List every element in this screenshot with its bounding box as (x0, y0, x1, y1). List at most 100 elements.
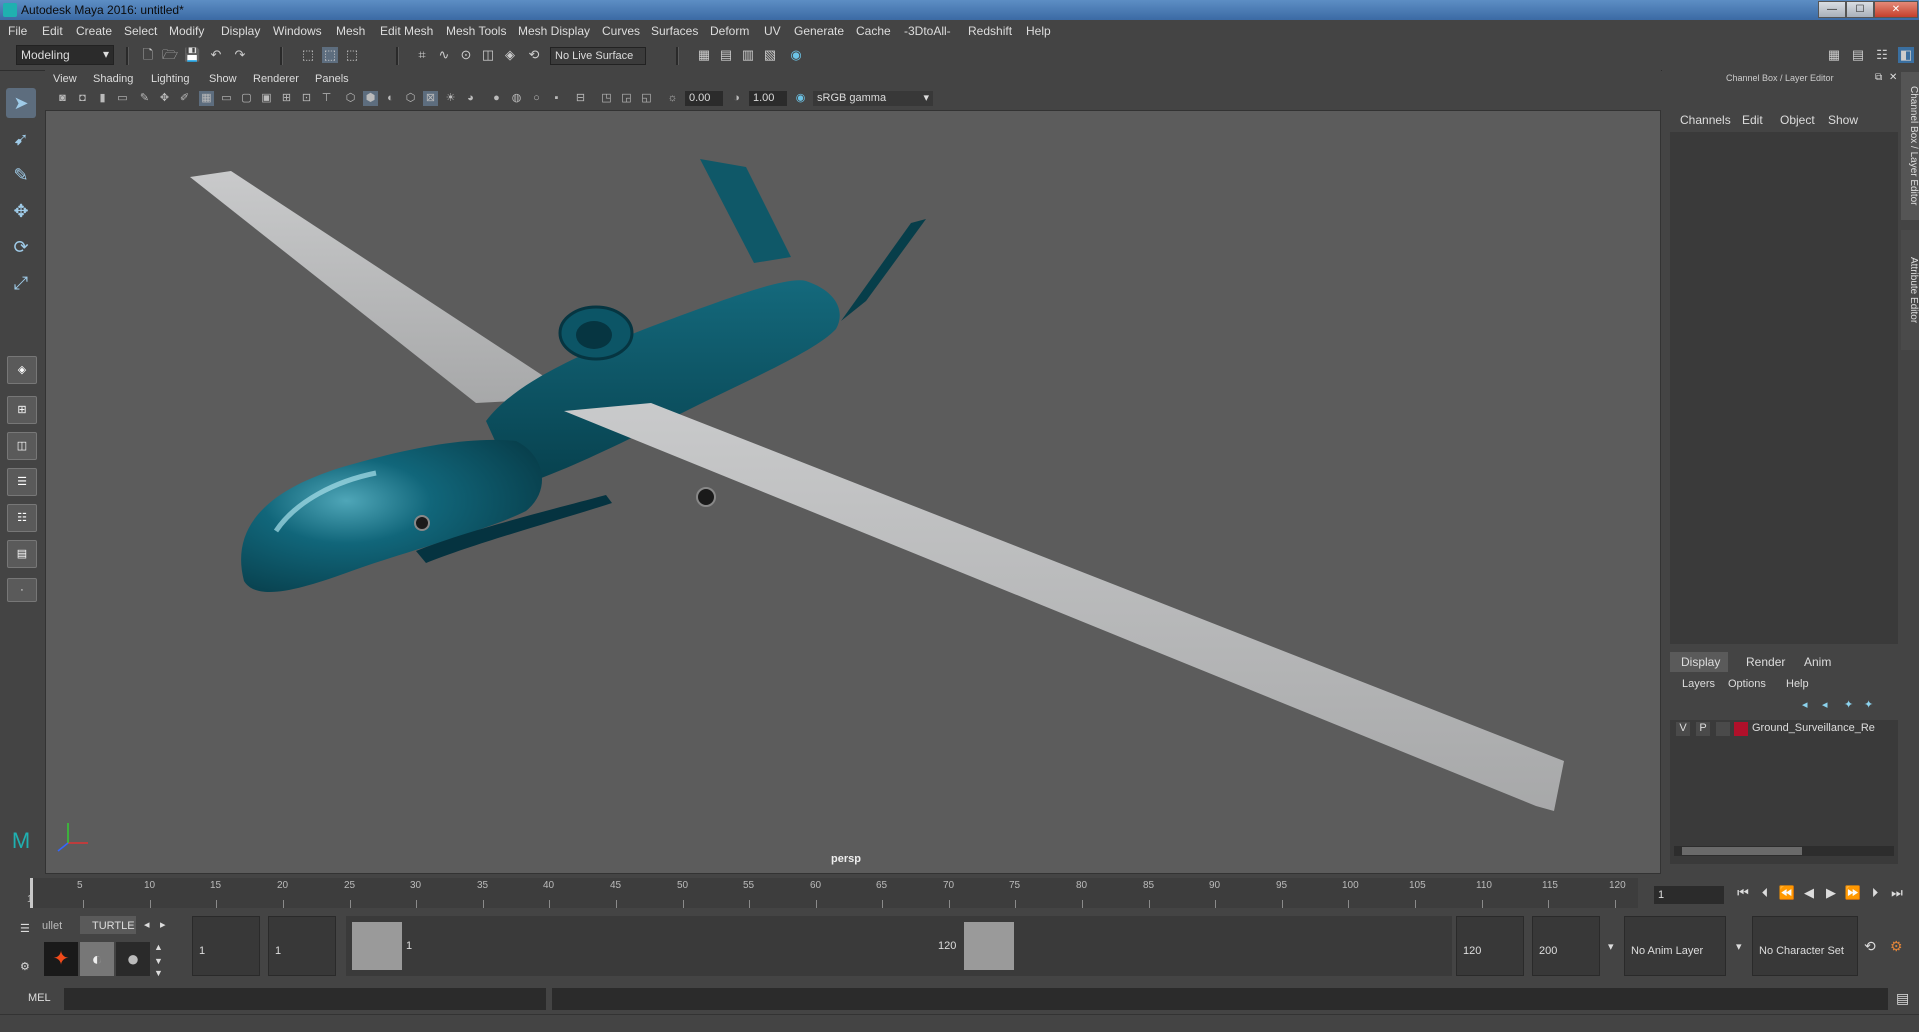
attribute-editor-icon[interactable]: ▤ (1850, 47, 1866, 63)
play-backwards-icon[interactable]: ◀ (1800, 884, 1818, 902)
viewport-menu-lighting[interactable]: Lighting (151, 73, 190, 85)
layer-color-swatch[interactable] (1734, 722, 1748, 736)
layer-tab-render[interactable]: Render (1746, 655, 1785, 669)
script-editor-icon[interactable]: ▤ (1896, 990, 1909, 1007)
two-view-layout-icon[interactable]: ◫ (7, 432, 37, 460)
snap-point-icon[interactable]: ⊙ (458, 47, 474, 63)
viewport-menu-shading[interactable]: Shading (93, 73, 133, 85)
time-slider[interactable]: 1 5 10 15 20 25 30 35 40 45 50 55 60 65 70 75 80 85 90 95 1… (0, 874, 1919, 912)
menu-create[interactable]: Create (76, 24, 112, 38)
image-plane-icon[interactable]: ▭ (115, 91, 130, 106)
shelf-down-icon[interactable]: ▼ (154, 956, 163, 966)
layer-menu-help[interactable]: Help (1786, 678, 1809, 690)
shader-shelf-icon[interactable]: ◐ (80, 942, 114, 976)
range-slider-start-handle[interactable] (352, 922, 402, 970)
menu-surfaces[interactable]: Surfaces (651, 24, 698, 38)
wireframe-icon[interactable]: ⬡ (343, 91, 358, 106)
new-scene-icon[interactable]: 🗋 (140, 47, 156, 63)
shelf-tab-bullet[interactable]: ullet (42, 920, 62, 932)
chevron-down-icon[interactable]: ▾ (1736, 940, 1742, 953)
new-empty-layer-icon[interactable]: ✦ (1844, 698, 1853, 711)
menu-mesh-tools[interactable]: Mesh Tools (446, 24, 506, 38)
single-perspective-layout-icon[interactable]: ◈ (7, 356, 37, 384)
snap-surface-icon[interactable]: ◈ (502, 47, 518, 63)
viewport-menu-view[interactable]: View (53, 73, 77, 85)
layer-menu-options[interactable]: Options (1728, 678, 1766, 690)
resolution-gate-icon[interactable]: ▢ (239, 91, 254, 106)
tab-object[interactable]: Object (1780, 113, 1815, 127)
open-scene-icon[interactable]: 🗁 (162, 47, 178, 63)
command-language-label[interactable]: MEL (28, 992, 51, 1004)
ipr-render-icon[interactable]: ▥ (740, 47, 756, 63)
tab-edit[interactable]: Edit (1742, 113, 1763, 127)
lasso-tool-icon[interactable]: ➹ (6, 124, 36, 154)
new-layer-selected-icon[interactable]: ✦ (1864, 698, 1873, 711)
range-slider-end-handle[interactable] (964, 922, 1014, 970)
playback-start-field[interactable]: 1 (268, 916, 336, 976)
persp-outliner-layout-icon[interactable]: ☰ (7, 468, 37, 496)
menu-redshift[interactable]: Redshift (968, 24, 1012, 38)
menu-3dtoall[interactable]: -3DtoAll- (904, 24, 951, 38)
sphere-shelf-icon[interactable]: ● (116, 942, 150, 976)
tab-show[interactable]: Show (1828, 113, 1858, 127)
menu-deform[interactable]: Deform (710, 24, 749, 38)
menu-mesh-display[interactable]: Mesh Display (518, 24, 590, 38)
shelf-up-icon[interactable]: ▲ (154, 942, 163, 952)
shelf-scroll-right-icon[interactable]: ▸ (160, 918, 166, 931)
safe-title-icon[interactable]: ⊤ (319, 91, 334, 106)
minimize-button[interactable]: — (1818, 1, 1846, 18)
snap-view-plane-icon[interactable]: ◫ (480, 47, 496, 63)
step-back-frame-icon[interactable]: ⏴ (1756, 884, 1774, 902)
2d-pan-zoom-icon[interactable]: ✥ (157, 91, 172, 106)
four-view-layout-icon[interactable]: ⊞ (7, 396, 37, 424)
shelf-scroll-left-icon[interactable]: ◂ (144, 918, 150, 931)
select-hierarchy-icon[interactable]: ⬚ (300, 47, 316, 63)
float-panel-icon[interactable]: ⧉ (1875, 72, 1882, 83)
paint-select-tool-icon[interactable]: ✎ (6, 160, 36, 190)
exposure-icon[interactable]: ☼ (665, 91, 680, 106)
rotate-tool-icon[interactable]: ⟳ (6, 232, 36, 262)
animation-end-field[interactable]: 200 (1532, 916, 1600, 976)
render-settings-icon[interactable]: ▦ (696, 47, 712, 63)
outliner-layout-icon[interactable]: ☷ (7, 504, 37, 532)
grid-icon[interactable]: ▦ (199, 91, 214, 106)
layer-display-type-toggle[interactable] (1716, 722, 1730, 736)
menu-help[interactable]: Help (1026, 24, 1051, 38)
close-panel-icon[interactable]: ✕ (1889, 72, 1897, 83)
bookmark-icon[interactable]: ▮ (95, 91, 110, 106)
menu-file[interactable]: File (8, 24, 27, 38)
menu-uv[interactable]: UV (764, 24, 781, 38)
character-set-dropdown[interactable]: No Character Set (1752, 916, 1858, 976)
wireframe-on-shaded-icon[interactable]: ⬡ (403, 91, 418, 106)
viewport-menu-renderer[interactable]: Renderer (253, 73, 299, 85)
command-input[interactable] (64, 988, 546, 1010)
menu-edit-mesh[interactable]: Edit Mesh (380, 24, 433, 38)
camera-icon[interactable]: ◙ (55, 91, 70, 106)
side-tab-attribute-editor[interactable]: Attribute Editor (1901, 230, 1919, 350)
current-time-indicator[interactable] (30, 878, 33, 908)
animation-start-field[interactable]: 1 (192, 916, 260, 976)
layer-menu-layers[interactable]: Layers (1682, 678, 1715, 690)
go-to-start-icon[interactable]: ⏮ (1734, 884, 1752, 902)
shadows-icon[interactable]: ◕ (463, 91, 478, 106)
menu-select[interactable]: Select (124, 24, 157, 38)
play-forwards-icon[interactable]: ▶ (1822, 884, 1840, 902)
menu-edit[interactable]: Edit (42, 24, 63, 38)
xray-icon[interactable]: ◳ (599, 91, 614, 106)
shelf-settings-icon[interactable]: ⚙ (20, 960, 30, 973)
grease-pencil-icon[interactable]: ✎ (137, 91, 152, 106)
gate-mask-icon[interactable]: ▣ (259, 91, 274, 106)
layer-playback-toggle[interactable]: P (1696, 722, 1710, 736)
mode-selector[interactable]: Modeling ▾ (16, 45, 114, 65)
save-scene-icon[interactable]: 💾 (184, 47, 200, 63)
scale-tool-icon[interactable]: ⤢ (6, 268, 36, 298)
more-layouts-icon[interactable]: · (7, 578, 37, 602)
exposure-field[interactable]: 0.00 (685, 91, 723, 106)
layer-name[interactable]: Ground_Surveillance_Re (1752, 722, 1875, 734)
side-tab-channel-box[interactable]: Channel Box / Layer Editor (1901, 72, 1919, 220)
fire-shelf-icon[interactable]: ✦ (44, 942, 78, 976)
grease-pencil-brush-icon[interactable]: ✐ (177, 91, 192, 106)
default-material-icon[interactable]: ◐ (383, 91, 398, 106)
time-slider-ruler[interactable]: 1 51015202530354045505560657075808590951… (27, 878, 1638, 908)
screen-space-ao-icon[interactable]: ● (489, 91, 504, 106)
